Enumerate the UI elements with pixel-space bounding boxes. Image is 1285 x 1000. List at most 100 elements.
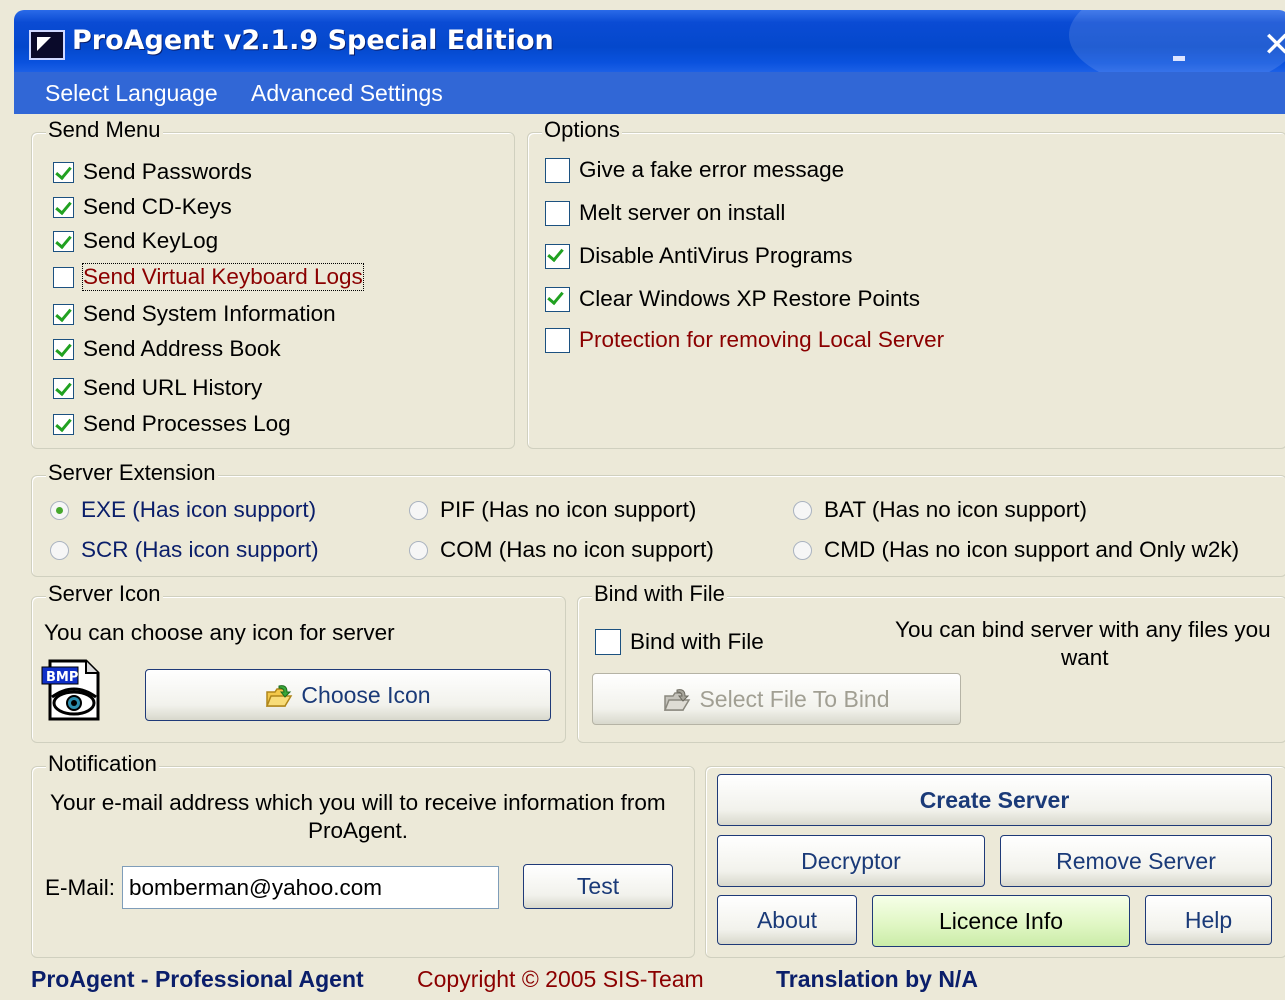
send-system-information-label: Send System Information [83,301,336,326]
clear-restore-points-checkbox[interactable] [545,286,570,312]
email-input[interactable]: bomberman@yahoo.com [122,866,499,909]
notification-description-line1: Your e-mail address which you will to re… [50,790,666,815]
send-address-book-label: Send Address Book [83,336,281,361]
send-url-history-option[interactable]: Send URL History [53,375,262,401]
create-server-button[interactable]: Create Server [717,774,1272,826]
email-label: E-Mail: [45,875,116,900]
about-label: About [756,906,818,933]
select-file-to-bind-button[interactable]: Select File To Bind [592,673,961,725]
send-virtual-keyboard-logs-checkbox[interactable] [53,266,74,288]
send-address-book-option[interactable]: Send Address Book [53,336,281,362]
fake-error-label: Give a fake error message [579,157,845,182]
title-bar[interactable]: ProAgent v2.1.9 Special Edition ✕ [14,10,1285,72]
send-url-history-checkbox[interactable] [53,377,74,399]
fake-error-option[interactable]: Give a fake error message [545,157,844,183]
send-processes-log-checkbox[interactable] [53,413,74,435]
ext-com-option[interactable]: COM (Has no icon support) [409,537,714,563]
server-icon-legend: Server Icon [46,581,163,607]
ext-scr-option[interactable]: SCR (Has icon support) [50,537,319,563]
bmp-file-icon: BMP [40,657,106,723]
remove-server-button[interactable]: Remove Server [1000,835,1272,887]
send-passwords-label: Send Passwords [83,159,252,184]
send-address-book-checkbox[interactable] [53,338,74,360]
ext-com-radio[interactable] [409,540,428,560]
fake-error-checkbox[interactable] [545,157,570,183]
ext-cmd-option[interactable]: CMD (Has no icon support and Only w2k) [793,537,1239,563]
send-cd-keys-checkbox[interactable] [53,196,74,218]
options-legend: Options [542,117,622,143]
email-input-value: bomberman@yahoo.com [129,874,382,900]
protection-removing-label: Protection for removing Local Server [579,327,945,352]
ext-pif-radio[interactable] [409,500,428,520]
licence-info-button[interactable]: Licence Info [872,895,1130,947]
bind-with-file-checkbox[interactable] [595,629,621,655]
footer-product: ProAgent - Professional Agent [31,966,364,992]
test-button-label: Test [576,873,620,899]
send-url-history-label: Send URL History [83,375,263,400]
bind-with-file-option[interactable]: Bind with File [595,629,764,655]
protection-removing-option[interactable]: Protection for removing Local Server [545,327,944,353]
licence-info-label: Licence Info [938,907,1064,934]
decryptor-button[interactable]: Decryptor [717,835,985,887]
create-server-label: Create Server [919,786,1070,813]
ext-bat-label: BAT (Has no icon support) [824,497,1088,522]
protection-removing-checkbox[interactable] [545,327,570,353]
footer-copyright: Copyright © 2005 SIS-Team [417,966,704,992]
send-passwords-option[interactable]: Send Passwords [53,159,252,185]
disable-antivirus-checkbox[interactable] [545,243,570,269]
window-title: ProAgent v2.1.9 Special Edition [72,25,554,56]
test-button[interactable]: Test [523,864,673,909]
send-passwords-checkbox[interactable] [53,161,74,183]
clear-restore-points-option[interactable]: Clear Windows XP Restore Points [545,286,920,312]
send-system-information-checkbox[interactable] [53,303,74,325]
bind-with-file-label: Bind with File [630,629,764,654]
footer-translation: Translation by N/A [776,966,978,992]
send-processes-log-label: Send Processes Log [83,411,291,436]
ext-com-label: COM (Has no icon support) [440,537,714,562]
close-button[interactable]: ✕ [1252,22,1285,68]
help-button[interactable]: Help [1145,895,1272,945]
notification-description-line2: ProAgent. [308,818,409,843]
send-cd-keys-option[interactable]: Send CD-Keys [53,194,232,220]
select-file-to-bind-label: Select File To Bind [699,685,890,712]
send-keylog-checkbox[interactable] [53,230,74,252]
ext-bat-radio[interactable] [793,500,812,520]
choose-icon-label: Choose Icon [301,681,431,708]
melt-server-option[interactable]: Melt server on install [545,200,785,226]
ext-pif-option[interactable]: PIF (Has no icon support) [409,497,696,523]
ext-exe-radio[interactable] [50,500,69,520]
send-system-information-option[interactable]: Send System Information [53,301,336,327]
melt-server-checkbox[interactable] [545,200,570,226]
server-icon-description: You can choose any icon for server [44,620,395,645]
ext-cmd-radio[interactable] [793,540,812,560]
ext-bat-option[interactable]: BAT (Has no icon support) [793,497,1087,523]
send-processes-log-option[interactable]: Send Processes Log [53,411,291,437]
disable-antivirus-label: Disable AntiVirus Programs [579,243,853,268]
ext-scr-label: SCR (Has icon support) [81,537,319,562]
server-extension-legend: Server Extension [46,460,218,486]
disable-antivirus-option[interactable]: Disable AntiVirus Programs [545,243,852,269]
send-keylog-option[interactable]: Send KeyLog [53,228,218,254]
ext-scr-radio[interactable] [50,540,69,560]
choose-icon-button[interactable]: Choose Icon [145,669,551,721]
bind-description-line2: want [1061,645,1109,670]
app-icon[interactable] [29,30,65,60]
ext-pif-label: PIF (Has no icon support) [440,497,697,522]
bind-description-line1: You can bind server with any files you [895,617,1271,642]
about-button[interactable]: About [717,895,857,945]
send-menu-legend: Send Menu [46,117,163,143]
main-panel: Send Menu Send Passwords Send CD-Keys Se… [14,114,1285,1000]
remove-server-label: Remove Server [1056,847,1216,874]
send-virtual-keyboard-logs-option[interactable]: Send Virtual Keyboard Logs [53,263,364,291]
ext-exe-label: EXE (Has icon support) [81,497,317,522]
folder-open-icon [663,688,691,711]
send-keylog-label: Send KeyLog [83,228,219,253]
notification-legend: Notification [46,751,159,777]
ext-cmd-label: CMD (Has no icon support and Only w2k) [824,537,1240,562]
minimize-button[interactable] [1154,24,1204,70]
ext-exe-option[interactable]: EXE (Has icon support) [50,497,316,523]
menu-select-language[interactable]: Select Language [45,80,218,107]
menu-advanced-settings[interactable]: Advanced Settings [251,80,443,107]
send-cd-keys-label: Send CD-Keys [83,194,232,219]
folder-open-icon [265,684,293,707]
